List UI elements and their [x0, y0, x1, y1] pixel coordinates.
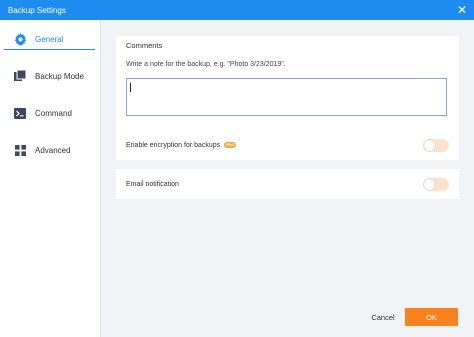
window-title: Backup Settings — [8, 5, 66, 15]
backup-mode-icon — [13, 69, 27, 83]
close-icon[interactable]: ✕ — [456, 4, 468, 16]
sidebar-item-general[interactable]: General — [4, 30, 95, 50]
sidebar-item-label: General — [35, 35, 64, 44]
sidebar-item-advanced[interactable]: Advanced — [4, 140, 95, 160]
encryption-toggle[interactable] — [423, 139, 449, 152]
comments-card: Comments Write a note for the backup, e.… — [116, 36, 459, 141]
toggle-knob — [424, 140, 435, 151]
sidebar: General Backup Mode Command Advanced — [0, 20, 101, 337]
encryption-label-text: Enable encryption for backups — [126, 141, 221, 149]
command-icon — [13, 106, 27, 120]
email-toggle[interactable] — [423, 178, 449, 191]
encryption-label: Enable encryption for backups PRO — [126, 141, 237, 149]
title-bar: Backup Settings ✕ — [0, 0, 474, 20]
sidebar-item-backup-mode[interactable]: Backup Mode — [4, 66, 95, 86]
toggle-knob — [424, 179, 435, 190]
sidebar-item-command[interactable]: Command — [4, 103, 95, 123]
advanced-icon — [13, 143, 27, 157]
cancel-button[interactable]: Cancel — [362, 308, 404, 326]
ok-button[interactable]: OK — [405, 308, 458, 326]
comments-input[interactable] — [126, 78, 447, 116]
sidebar-item-label: Advanced — [35, 145, 71, 155]
gear-icon — [13, 33, 27, 47]
comments-hint: Write a note for the backup, e.g. "Photo… — [126, 61, 286, 68]
comments-title: Comments — [126, 41, 163, 50]
email-card: Email notification — [116, 169, 459, 199]
text-cursor — [130, 83, 131, 92]
sidebar-item-label: Backup Mode — [35, 71, 84, 81]
email-label: Email notification — [126, 180, 179, 188]
pro-badge: PRO — [224, 142, 237, 148]
sidebar-item-label: Command — [35, 108, 72, 118]
settings-panel: Comments Write a note for the backup, e.… — [101, 20, 474, 337]
encryption-card: Enable encryption for backups PRO — [116, 130, 459, 160]
